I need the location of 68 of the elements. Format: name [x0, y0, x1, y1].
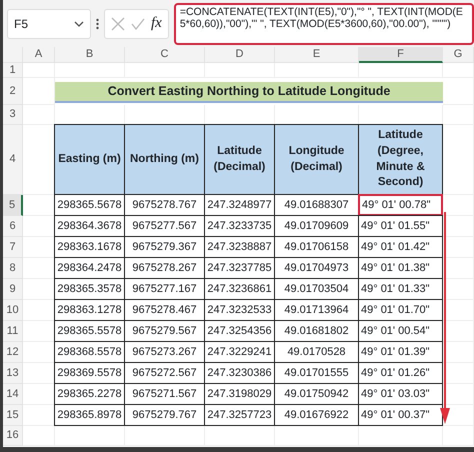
column-header[interactable]: C [125, 47, 205, 63]
row-header[interactable]: 11 [3, 321, 23, 342]
row-header[interactable]: 13 [3, 363, 23, 384]
table-cell: 49° 01' 00.78" [358, 194, 443, 216]
row-header[interactable]: 7 [3, 237, 23, 258]
empty-cell [443, 321, 474, 342]
empty-cell [443, 216, 474, 237]
row-header[interactable]: 10 [3, 300, 23, 321]
table-cell: 49° 01' 01.33" [358, 278, 443, 300]
empty-cell [443, 363, 474, 384]
empty-cell [205, 63, 275, 78]
empty-cell [443, 63, 474, 78]
empty-cell [443, 426, 474, 446]
down-arrow-icon [440, 212, 450, 424]
empty-cell [443, 384, 474, 405]
table-cell: 49° 01' 03.03" [358, 383, 443, 405]
table-cell: 49° 01' 01.42" [358, 236, 443, 258]
empty-cell [55, 63, 125, 78]
table-cell: 49° 01' 01.26" [358, 362, 443, 384]
empty-cell [443, 195, 474, 216]
column-header[interactable]: A [23, 47, 55, 63]
column-heading: Latitude (Degree, Minute & Second) [358, 124, 443, 195]
column-heading: Latitude (Decimal) [204, 124, 275, 195]
row-header[interactable]: 6 [3, 216, 23, 237]
row-header[interactable]: 14 [3, 384, 23, 405]
empty-cell [443, 300, 474, 321]
formula-field[interactable]: =CONCATENATE(TEXT(INT(E5),"0"),"° ", TEXT(INT(MOD(E5*60,60)),"00"),"' ", TEXT(MOD(E5*3600,60),"00.00"), """") [174, 2, 474, 44]
column-heading: Northing (m) [124, 124, 205, 195]
caret-icon[interactable] [74, 20, 84, 26]
column-header[interactable]: E [275, 47, 359, 63]
table-cell: 298365.8978 [54, 404, 125, 426]
cancel-icon[interactable] [111, 16, 125, 30]
row-header[interactable]: 12 [3, 342, 23, 363]
empty-cell [443, 279, 474, 300]
column-header[interactable]: D [205, 47, 275, 63]
column-header[interactable]: G [443, 47, 474, 63]
column-heading: Easting (m) [54, 124, 125, 195]
empty-cell [443, 237, 474, 258]
table-title: Convert Easting Northing to Latitude Longitude [55, 82, 443, 103]
row-header[interactable]: 3 [3, 105, 23, 125]
insert-function-button[interactable]: fx [151, 12, 162, 35]
column-header[interactable]: B [55, 47, 125, 63]
check-icon[interactable] [131, 18, 145, 30]
table-cell: 49° 01' 01.70" [358, 299, 443, 321]
empty-cell [443, 258, 474, 279]
row-header[interactable]: 4 [3, 125, 23, 195]
cell-reference: F5 [14, 16, 28, 32]
row-header[interactable]: 5 [3, 195, 23, 216]
table-cell: 49° 01' 00.54" [358, 320, 443, 342]
empty-cell [205, 426, 275, 446]
table-cell: 49° 01' 00.37" [358, 404, 443, 426]
row-header[interactable]: 1 [3, 63, 23, 78]
empty-cell [443, 105, 474, 125]
name-box[interactable]: F5 [7, 8, 91, 38]
select-all-corner[interactable] [3, 47, 23, 63]
empty-cell [443, 342, 474, 363]
row-header[interactable]: 15 [3, 405, 23, 426]
row-header[interactable]: 9 [3, 279, 23, 300]
table-cell: 49° 01' 01.39" [358, 341, 443, 363]
table-cell: 49° 01' 01.55" [358, 215, 443, 237]
empty-cell [55, 426, 125, 446]
more-options-icon[interactable] [96, 18, 99, 30]
table-cell: 49° 01' 01.38" [358, 257, 443, 279]
row-header[interactable]: 8 [3, 258, 23, 279]
row-header[interactable]: 2 [3, 78, 23, 105]
column-header[interactable]: F [359, 47, 443, 63]
column-heading: Longitude (Decimal) [274, 124, 359, 195]
row-header[interactable]: 16 [3, 426, 23, 446]
